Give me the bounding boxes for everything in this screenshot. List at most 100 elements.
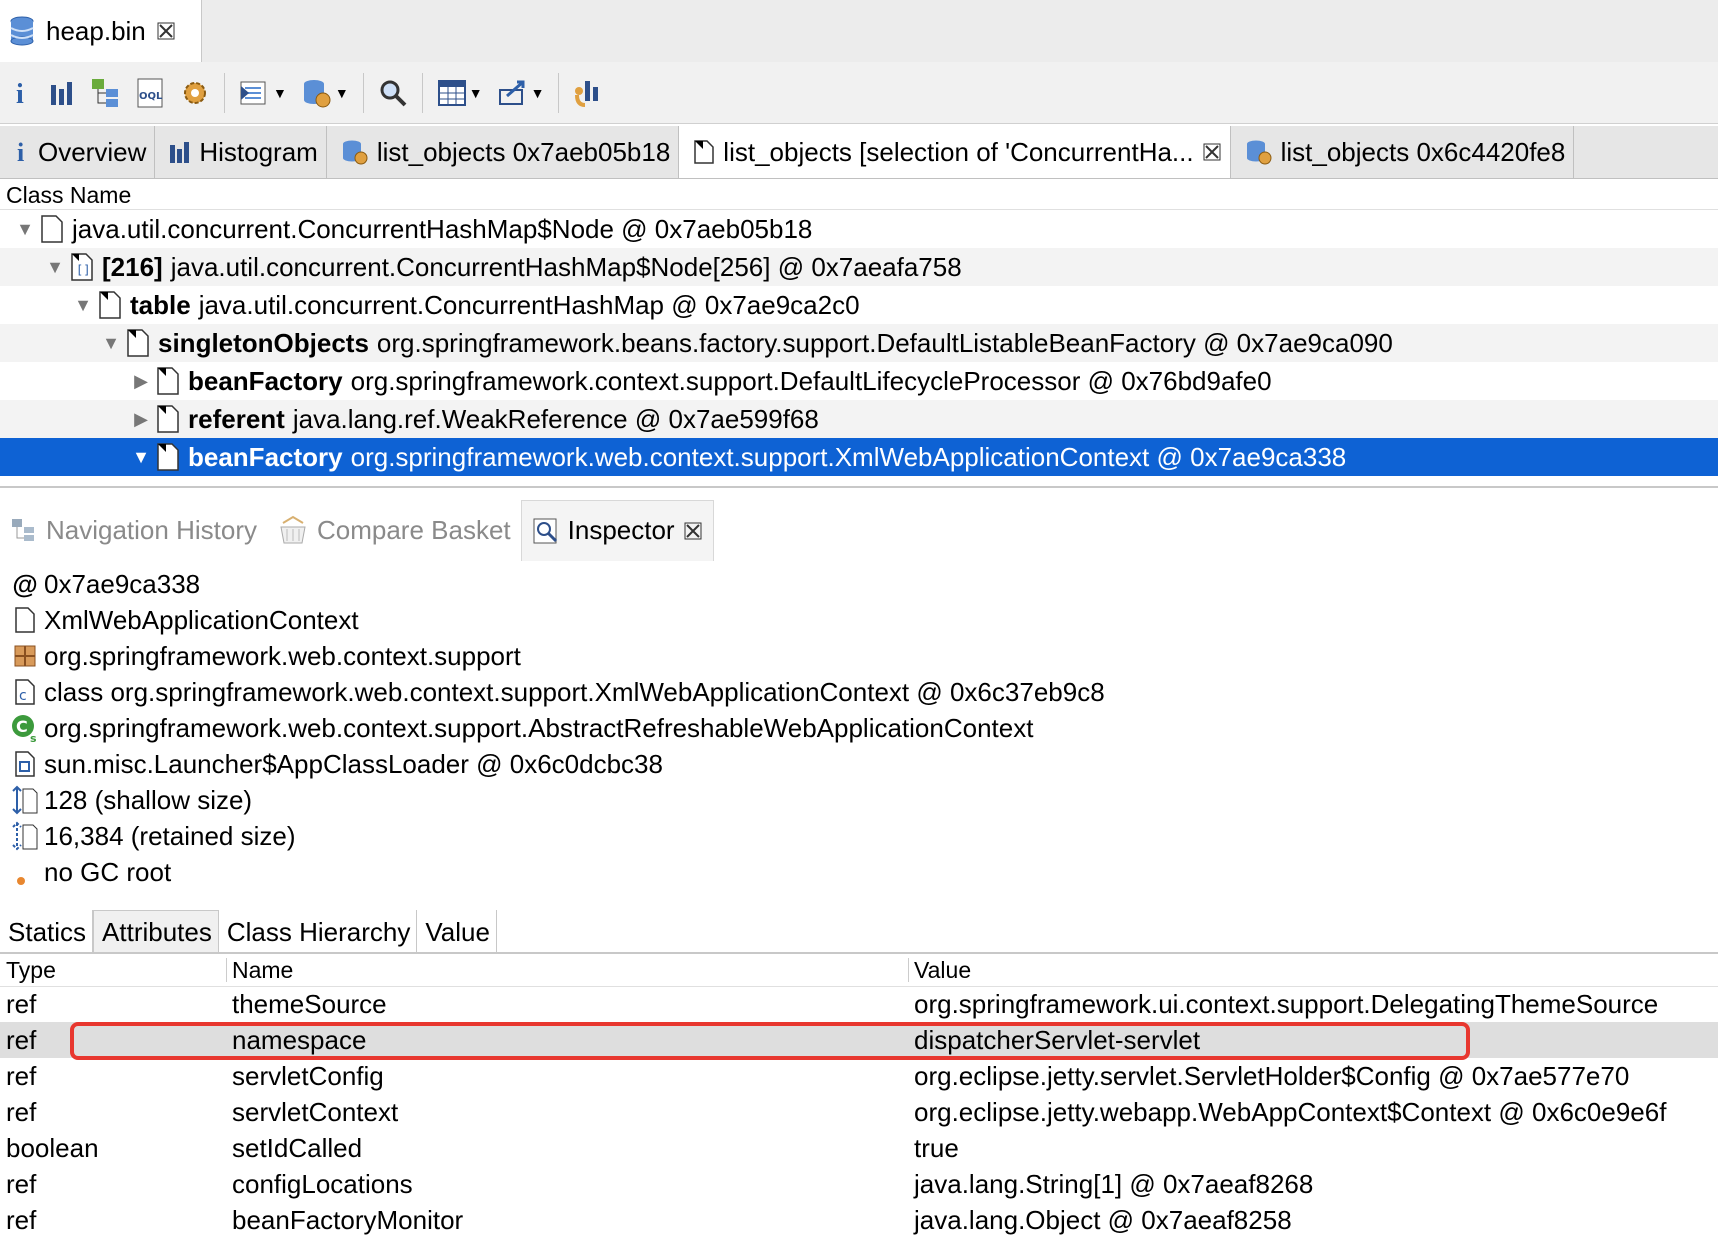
highlight-annotation-box [70,1022,1470,1060]
close-icon[interactable] [1202,142,1222,162]
shallow-size-row: 128 (shallow size) [0,782,1718,818]
tree-row-selected[interactable]: ▼ beanFactory org.springframework.web.co… [0,438,1718,476]
table-row[interactable]: ref servletConfig org.eclipse.jetty.serv… [0,1058,1718,1094]
table-row[interactable]: boolean setIdCalled true [0,1130,1718,1166]
pane-divider[interactable] [0,486,1718,488]
tree-row[interactable]: ▼ java.util.concurrent.ConcurrentHashMap… [0,210,1718,248]
tab-overview[interactable]: i Overview [0,126,156,178]
cell-type: ref [6,1025,37,1055]
expand-toggle[interactable]: ▼ [14,219,36,240]
result-tabs: i Overview Histogram list_objects 0x7aeb… [0,126,1718,179]
table-row[interactable]: ref beanFactoryMonitor java.lang.Object … [0,1202,1718,1238]
cell-type: ref [6,1061,37,1091]
oql-icon[interactable]: OQL [136,77,166,109]
address-icon: @ [12,568,38,599]
tree-row-text: org.springframework.web.context.support.… [350,441,1347,472]
tab-attributes[interactable]: Attributes [93,910,219,954]
class-name-row: XmlWebApplicationContext [0,602,1718,638]
column-separator[interactable] [908,958,909,982]
tree-row[interactable]: ▶ beanFactory org.springframework.contex… [0,362,1718,400]
expand-toggle[interactable]: ▼ [130,447,152,468]
tab-inspector[interactable]: Inspector [520,499,714,561]
cell-type: ref [6,1097,37,1127]
tree-row[interactable]: ▼ table java.util.concurrent.ConcurrentH… [0,286,1718,324]
editor-tab-label: heap.bin [46,15,146,46]
cell-name: setIdCalled [232,1133,363,1163]
query-browser-icon[interactable]: ▼ [301,77,349,109]
package-row: org.springframework.web.context.support [0,638,1718,674]
histogram-icon[interactable] [48,79,76,107]
thread-icon[interactable]: ▼ [239,78,287,108]
size-icon [10,785,40,815]
tab-list-objects-1[interactable]: list_objects 0x7aeb05b18 [327,126,680,178]
export-icon[interactable]: ▼ [497,78,544,108]
info-icon[interactable]: i [10,77,34,109]
tree-row-field: referent [188,403,285,434]
tab-compare-basket[interactable]: Compare Basket [267,500,521,560]
cell-name: beanFactoryMonitor [232,1205,464,1235]
expand-toggle[interactable]: ▶ [130,409,152,430]
table-row[interactable]: ref themeSource org.springframework.ui.c… [0,986,1718,1022]
tree-row[interactable]: ▼ [] [216] java.util.concurrent.Concurre… [0,248,1718,286]
class-loader: sun.misc.Launcher$AppClassLoader @ 0x6c0… [44,748,663,779]
object-icon [98,290,122,320]
heap-dump-icon [8,15,36,47]
cell-value: org.springframework.ui.context.support.D… [914,989,1659,1019]
tab-histogram[interactable]: Histogram [155,126,327,178]
tab-statics[interactable]: Statics [0,910,94,954]
expand-toggle[interactable]: ▶ [130,371,152,392]
expand-toggle[interactable]: ▼ [44,257,66,278]
table-row[interactable]: ref servletContext org.eclipse.jetty.web… [0,1094,1718,1130]
object-icon [156,366,180,396]
object-icon [156,404,180,434]
search-icon[interactable] [378,78,408,108]
cell-value: org.eclipse.jetty.webapp.WebAppContext$C… [914,1097,1667,1127]
column-header-class-name[interactable]: Class Name [0,180,1718,210]
gc-root-icon [10,857,40,887]
table-row[interactable]: ref configLocations java.lang.String[1] … [0,1166,1718,1202]
class-file-icon: c [10,677,40,707]
info-icon: i [14,138,30,166]
expand-toggle[interactable]: ▼ [100,333,122,354]
retained-size-row: 16,384 (retained size) [0,818,1718,854]
table-icon[interactable]: ▼ [437,79,483,107]
column-header-name[interactable]: Name [232,954,293,986]
tab-list-objects-2[interactable]: list_objects 0x6c4420fe8 [1231,126,1575,178]
expand-toggle[interactable]: ▼ [72,295,94,316]
gc-root-status: no GC root [44,856,172,887]
gc-root-row: no GC root [0,854,1718,890]
tab-value[interactable]: Value [417,910,497,954]
query-browser-icon [1245,138,1273,166]
object-address: 0x7ae9ca338 [44,568,201,599]
object-icon [156,442,180,472]
close-icon[interactable] [683,521,703,541]
superclass-name: org.springframework.web.context.support.… [44,712,1034,743]
tree-row-text: org.springframework.context.support.Defa… [350,365,1272,396]
cell-type: ref [6,989,37,1019]
class-name: XmlWebApplicationContext [44,604,359,635]
close-icon[interactable] [156,21,176,41]
tree-row[interactable]: ▼ singletonObjects org.springframework.b… [0,324,1718,362]
tree-row-text: org.springframework.beans.factory.suppor… [376,327,1393,358]
svg-text:i: i [17,138,24,166]
column-header-type[interactable]: Type [6,954,56,986]
tab-list-objects-selection[interactable]: list_objects [selection of 'ConcurrentHa… [679,126,1231,178]
column-separator[interactable] [226,958,227,982]
shallow-size: 128 (shallow size) [44,784,253,815]
editor-tab-heap-bin[interactable]: heap.bin [0,0,202,62]
tree-row-field: beanFactory [188,365,343,396]
column-header-value[interactable]: Value [914,954,971,986]
cell-name: servletConfig [232,1061,384,1091]
svg-text:s: s [30,732,37,743]
tree-row[interactable]: ▶ referent java.lang.ref.WeakReference @… [0,400,1718,438]
toolbar-separator [558,72,560,113]
leak-icon[interactable] [573,77,603,109]
cell-name: configLocations [232,1169,413,1199]
tab-class-hierarchy[interactable]: Class Hierarchy [219,910,418,954]
gear-icon[interactable] [180,78,210,108]
size-icon [10,821,40,851]
object-address-row: @ 0x7ae9ca338 [0,566,1718,602]
tab-navigation-history[interactable]: Navigation History [0,500,267,560]
dominator-tree-icon[interactable] [90,77,122,109]
tree-row-text: java.lang.ref.WeakReference @ 0x7ae599f6… [292,403,819,434]
